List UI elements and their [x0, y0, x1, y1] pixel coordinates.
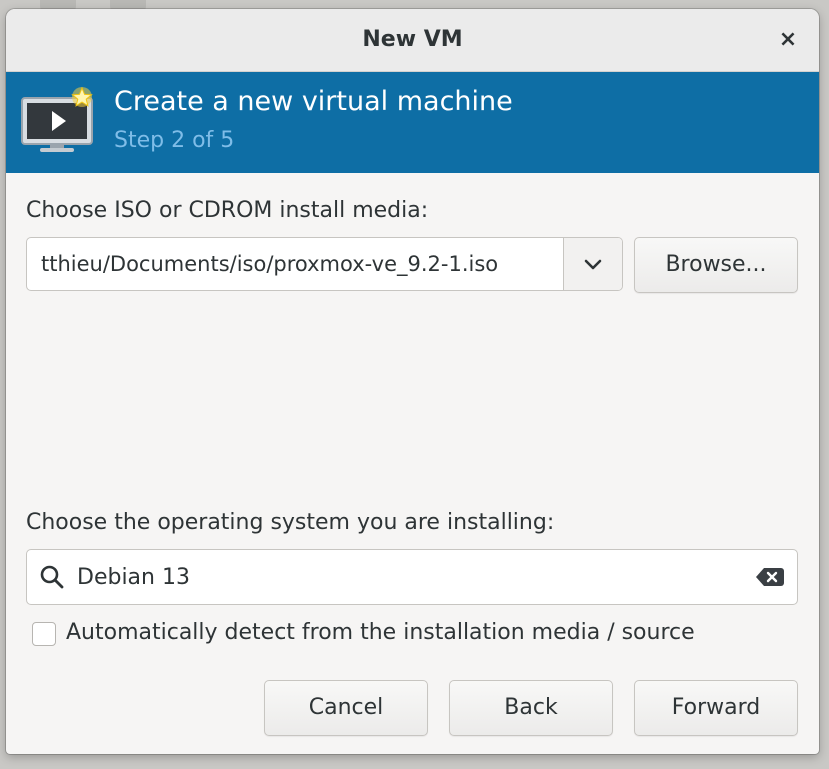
chevron-down-icon: [584, 259, 602, 270]
window-title: New VM: [362, 27, 463, 52]
monitor-play-icon: [21, 86, 93, 152]
browse-button[interactable]: Browse...: [634, 237, 798, 293]
cancel-button[interactable]: Cancel: [264, 680, 428, 736]
wizard-header-banner: Create a new virtual machine Step 2 of 5: [6, 72, 819, 173]
install-media-combobox: [26, 237, 623, 291]
clear-text-icon[interactable]: [755, 566, 785, 588]
auto-detect-label[interactable]: Automatically detect from the installati…: [66, 620, 695, 645]
install-media-path-input[interactable]: [27, 238, 566, 290]
os-search-entry: [26, 549, 798, 605]
titlebar: New VM ×: [6, 9, 819, 72]
install-media-label: Choose ISO or CDROM install media:: [26, 198, 429, 223]
search-icon: [40, 565, 64, 589]
forward-button[interactable]: Forward: [634, 680, 798, 736]
os-label: Choose the operating system you are inst…: [26, 510, 555, 535]
auto-detect-checkbox[interactable]: [32, 622, 56, 646]
back-button[interactable]: Back: [449, 680, 613, 736]
install-media-dropdown-button[interactable]: [563, 238, 622, 290]
new-vm-dialog: New VM × Create a new virtual machine St…: [6, 9, 819, 754]
close-icon[interactable]: ×: [773, 25, 803, 55]
wizard-title: Create a new virtual machine: [114, 86, 513, 117]
os-search-input[interactable]: [77, 550, 747, 604]
wizard-step-indicator: Step 2 of 5: [114, 128, 235, 153]
